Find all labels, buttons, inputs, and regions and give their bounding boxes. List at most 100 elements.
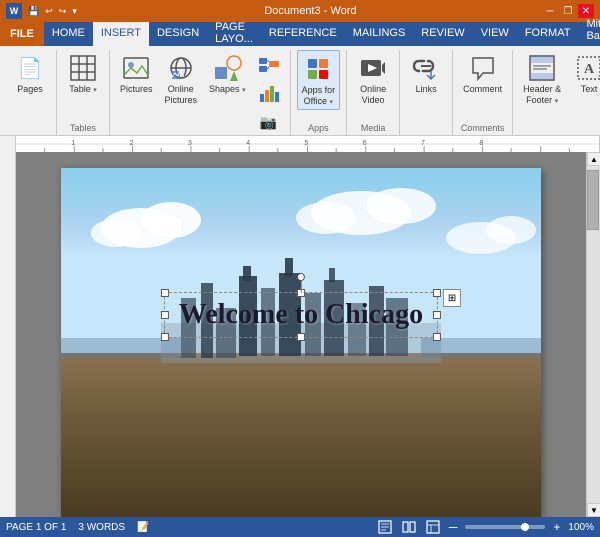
apps-group-label: Apps xyxy=(297,123,341,135)
apps-for-office-button[interactable]: Apps forOffice ▾ xyxy=(297,50,341,110)
svg-text:4: 4 xyxy=(246,139,250,147)
document-title: Document3 - Word xyxy=(79,5,542,17)
tab-home[interactable]: HOME xyxy=(44,22,93,46)
tab-format[interactable]: FORMAT xyxy=(517,22,579,46)
text-button[interactable]: A Text xyxy=(569,50,600,97)
scrollbar-track[interactable] xyxy=(587,166,600,503)
smartart-button[interactable] xyxy=(254,50,284,78)
chicago-image: ⊞ Welcome to Chicago xyxy=(61,168,541,517)
web-layout-btn[interactable] xyxy=(425,519,441,535)
status-right: ─ + 100% xyxy=(377,519,594,535)
ribbon-group-apps: Apps forOffice ▾ Apps xyxy=(291,50,348,135)
zoom-level[interactable]: 100% xyxy=(568,522,594,533)
tab-file[interactable]: FILE xyxy=(0,22,44,46)
online-video-icon xyxy=(357,52,389,84)
ruler-corner xyxy=(0,136,16,152)
screenshot-button[interactable]: 📷 xyxy=(254,108,284,136)
online-pictures-icon xyxy=(165,52,197,84)
pages-group-label xyxy=(10,133,50,135)
proofread-icon[interactable]: 📝 xyxy=(137,522,149,533)
header-footer-icon xyxy=(526,52,558,84)
zoom-slider[interactable] xyxy=(465,525,545,529)
shapes-button[interactable]: Shapes ▾ xyxy=(205,50,250,97)
ribbon-tabs: FILE HOME INSERT DESIGN PAGE LAYO... REF… xyxy=(0,22,600,46)
apps-group-content: Apps forOffice ▾ xyxy=(297,50,341,123)
read-mode-btn[interactable] xyxy=(401,519,417,535)
media-group-content: OnlineVideo xyxy=(353,50,393,123)
chart-icon xyxy=(257,81,281,105)
svg-text:5: 5 xyxy=(304,139,308,147)
links-icon xyxy=(410,52,442,84)
tab-page-layout[interactable]: PAGE LAYO... xyxy=(207,22,261,46)
zoom-in-btn[interactable]: + xyxy=(553,520,560,534)
zoom-out-btn[interactable]: ─ xyxy=(449,520,458,534)
svg-text:8: 8 xyxy=(479,139,483,147)
vertical-scrollbar[interactable]: ▲ ▼ xyxy=(586,152,600,517)
svg-text:6: 6 xyxy=(363,139,367,147)
tables-group-content: Table ▾ xyxy=(63,50,103,123)
tab-review[interactable]: REVIEW xyxy=(413,22,472,46)
ribbon-group-pages: 📄 Pages xyxy=(4,50,57,135)
tab-insert[interactable]: INSERT xyxy=(93,22,149,46)
header-footer-button[interactable]: Header &Footer ▾ xyxy=(519,50,565,108)
pages-label: Pages xyxy=(17,84,43,95)
document-area: ⊞ Welcome to Chicago ▲ ▼ xyxy=(0,152,600,517)
svg-text:7: 7 xyxy=(421,139,425,147)
svg-text:1: 1 xyxy=(71,139,75,147)
table-icon xyxy=(67,52,99,84)
online-video-button[interactable]: OnlineVideo xyxy=(353,50,393,108)
svg-text:2: 2 xyxy=(130,139,134,147)
comment-button[interactable]: Comment xyxy=(459,50,506,97)
word-count: 3 WORDS xyxy=(78,522,125,533)
ribbon-right: Mitch Bar... ? ─ ❐ ✕ xyxy=(578,14,600,46)
tab-mailings[interactable]: MAILINGS xyxy=(345,22,414,46)
apps-office-label: Apps forOffice ▾ xyxy=(302,85,336,107)
redo-qat-btn[interactable]: ↪ xyxy=(57,6,69,17)
links-button[interactable]: Links xyxy=(406,50,446,97)
ribbon-group-links: Links xyxy=(400,50,453,135)
scroll-down-btn[interactable]: ▼ xyxy=(587,503,600,517)
text-icon: A xyxy=(573,52,600,84)
svg-text:3: 3 xyxy=(188,139,192,147)
save-qat-btn[interactable]: 💾 xyxy=(26,6,41,17)
screenshot-icon: 📷 xyxy=(257,110,281,134)
restore-btn[interactable]: ❐ xyxy=(560,4,576,18)
tab-references[interactable]: REFERENCE xyxy=(261,22,345,46)
pictures-button[interactable]: Pictures xyxy=(116,50,157,97)
text-label: Text xyxy=(581,84,598,95)
links-group-label xyxy=(406,133,446,135)
zoom-thumb[interactable] xyxy=(521,523,529,531)
pages-group-content: 📄 Pages xyxy=(10,50,50,133)
text-group-label xyxy=(519,133,600,135)
table-button[interactable]: Table ▾ xyxy=(63,50,103,97)
pictures-icon xyxy=(120,52,152,84)
page-info: PAGE 1 OF 1 xyxy=(6,522,66,533)
text-box-content: Welcome to Chicago xyxy=(179,299,423,331)
layout-options-btn[interactable]: ⊞ xyxy=(443,289,461,307)
chart-button[interactable] xyxy=(254,79,284,107)
scrollbar-thumb[interactable] xyxy=(587,170,599,230)
tables-group-label: Tables xyxy=(63,123,103,135)
tab-design[interactable]: DESIGN xyxy=(149,22,207,46)
print-layout-btn[interactable] xyxy=(377,519,393,535)
user-name[interactable]: Mitch Bar... xyxy=(578,14,600,46)
tab-view[interactable]: VIEW xyxy=(473,22,517,46)
document-page: ⊞ Welcome to Chicago xyxy=(61,168,541,517)
ruler-container: 1 2 3 4 5 6 7 8 xyxy=(0,136,600,152)
online-video-label: OnlineVideo xyxy=(360,84,386,106)
pages-button[interactable]: 📄 Pages xyxy=(10,50,50,97)
undo-qat-btn[interactable]: ↩ xyxy=(43,6,55,17)
scroll-up-btn[interactable]: ▲ xyxy=(587,152,600,166)
qat-more-btn[interactable]: ▾ xyxy=(70,6,79,17)
minimize-btn[interactable]: ─ xyxy=(542,4,558,18)
document-scroll[interactable]: ⊞ Welcome to Chicago xyxy=(16,152,586,517)
title-bar: W 💾 ↩ ↪ ▾ Document3 - Word ─ ❐ ✕ xyxy=(0,0,600,22)
text-box[interactable]: ⊞ Welcome to Chicago xyxy=(164,292,438,338)
ribbon-group-tables: Table ▾ Tables xyxy=(57,50,110,135)
pictures-label: Pictures xyxy=(120,84,153,95)
pages-icon: 📄 xyxy=(14,52,46,84)
ribbon-group-text: Header &Footer ▾ A Text Ω Symbols xyxy=(513,50,600,135)
online-pictures-label: OnlinePictures xyxy=(165,84,198,106)
illustrations-group-content: Pictures OnlinePictures xyxy=(116,50,284,136)
online-pictures-button[interactable]: OnlinePictures xyxy=(161,50,202,108)
